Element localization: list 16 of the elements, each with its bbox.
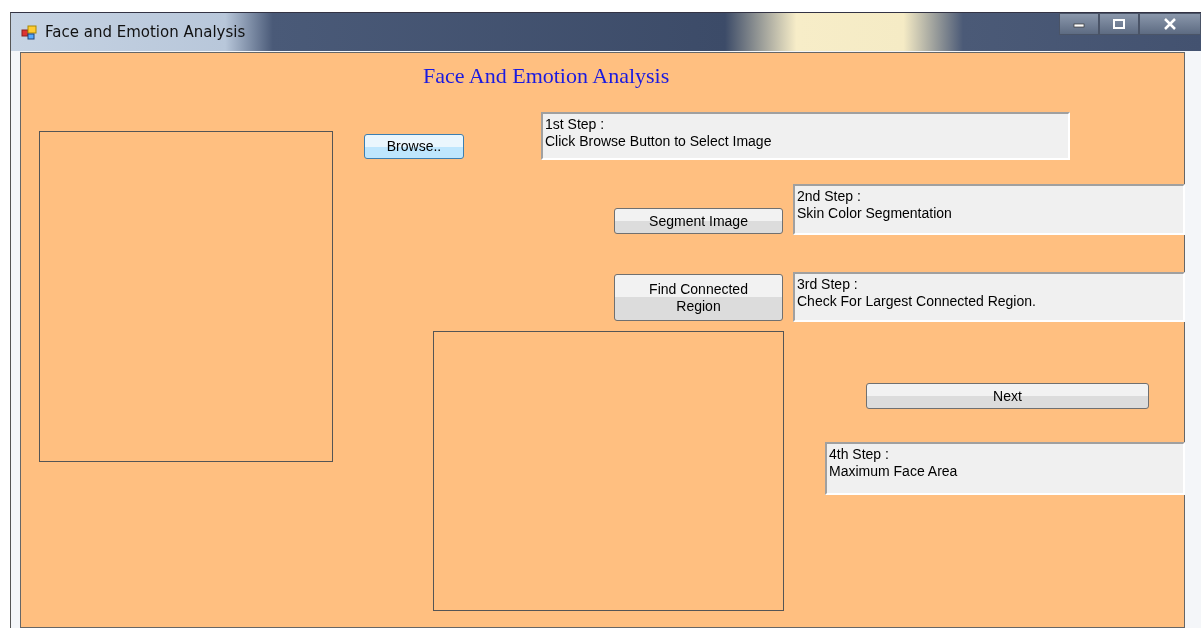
- form-heading: Face And Emotion Analysis: [423, 63, 670, 89]
- minimize-button[interactable]: [1059, 13, 1099, 35]
- close-button[interactable]: [1139, 13, 1201, 35]
- step-text-box[interactable]: 1st Step : Click Browse Button to Select Image: [541, 112, 1070, 160]
- window-title: Face and Emotion Analysis: [45, 23, 246, 41]
- action-button[interactable]: Next: [866, 383, 1149, 409]
- action-button[interactable]: Segment Image: [614, 208, 783, 234]
- close-icon: [1163, 18, 1177, 30]
- action-button[interactable]: Browse..: [364, 134, 464, 159]
- maximize-icon: [1112, 19, 1126, 29]
- step-text-box[interactable]: 3rd Step : Check For Largest Connected Region.: [793, 272, 1185, 322]
- step-text-box[interactable]: 4th Step : Maximum Face Area: [825, 442, 1185, 495]
- action-button[interactable]: Find Connected Region: [614, 274, 783, 321]
- step-text-box[interactable]: 2nd Step : Skin Color Segmentation: [793, 184, 1185, 235]
- maximize-button[interactable]: [1099, 13, 1139, 35]
- app-icon: [21, 24, 37, 40]
